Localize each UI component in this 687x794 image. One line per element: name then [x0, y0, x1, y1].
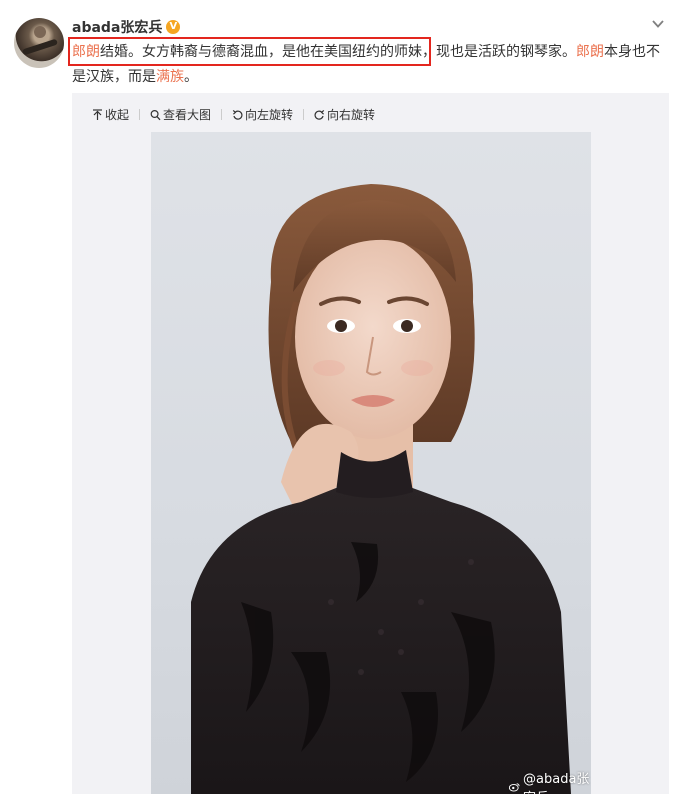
topic-link[interactable]: 满族: [156, 69, 184, 85]
magnifier-icon: [150, 109, 161, 120]
rotate-right-label: 向右旋转: [327, 108, 376, 122]
post-image[interactable]: @abada张宏兵: [151, 132, 591, 794]
collapse-arrow-icon: [93, 108, 102, 120]
image-toolbar: 收起 查看大图 向左旋转 向右旋转: [92, 106, 375, 123]
verified-icon: V: [166, 20, 181, 34]
weibo-logo-icon: [509, 783, 520, 792]
chevron-down-icon[interactable]: [651, 17, 665, 31]
toolbar-divider: [139, 109, 141, 120]
post-text-segment: 。: [184, 69, 198, 85]
rotate-left-button[interactable]: 向左旋转: [232, 106, 293, 123]
user-row: abada张宏兵 V: [72, 17, 181, 37]
toolbar-divider: [303, 109, 305, 120]
portrait-illustration: [191, 184, 571, 794]
annotation-highlight-box: [68, 37, 431, 66]
rotate-right-icon: [314, 109, 325, 120]
toolbar-divider: [221, 109, 223, 120]
collapse-label: 收起: [105, 108, 130, 122]
media-panel: 收起 查看大图 向左旋转 向右旋转 @abada张: [72, 93, 669, 794]
topic-link[interactable]: 郎朗: [576, 44, 604, 60]
image-watermark: @abada张宏兵: [509, 768, 591, 794]
watermark-text: @abada张宏兵: [523, 772, 590, 794]
username[interactable]: abada张宏兵: [72, 17, 162, 37]
collapse-button[interactable]: 收起: [92, 106, 129, 123]
rotate-left-icon: [232, 109, 243, 120]
rotate-left-label: 向左旋转: [245, 108, 294, 122]
rotate-right-button[interactable]: 向右旋转: [314, 106, 375, 123]
avatar[interactable]: [14, 18, 64, 68]
view-large-label: 查看大图: [163, 108, 212, 122]
view-large-button[interactable]: 查看大图: [150, 106, 211, 123]
